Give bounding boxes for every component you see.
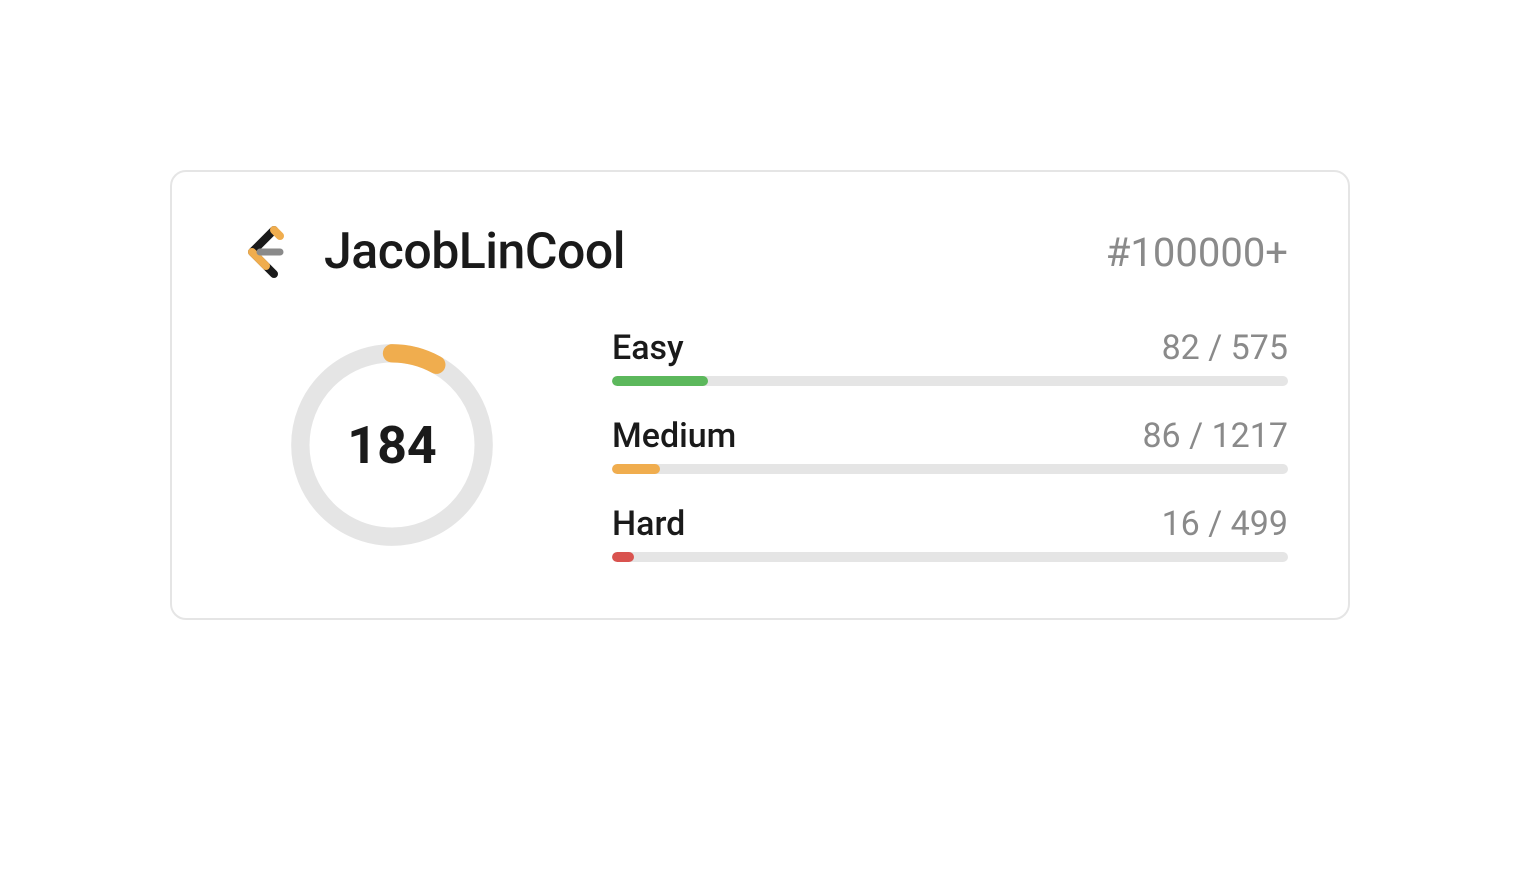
difficulty-bars: Easy 82 / 575 Medium 86 / 1217 Hard 16 / 499 — [612, 328, 1288, 562]
progress-track — [612, 464, 1288, 474]
difficulty-value: 16 / 499 — [1162, 504, 1288, 544]
progress-fill — [612, 464, 660, 474]
difficulty-label: Medium — [612, 416, 736, 456]
progress-fill — [612, 376, 708, 386]
progress-fill — [612, 552, 634, 562]
difficulty-row-medium: Medium 86 / 1217 — [612, 416, 1288, 474]
progress-track — [612, 552, 1288, 562]
card-body: 184 Easy 82 / 575 Medium 86 / 1217 Hard 16 / … — [232, 328, 1288, 562]
difficulty-row-top: Medium 86 / 1217 — [612, 416, 1288, 456]
rank-text: #100000+ — [1106, 229, 1288, 276]
total-solved-value: 184 — [282, 335, 502, 555]
difficulty-label: Easy — [612, 328, 684, 368]
difficulty-label: Hard — [612, 504, 685, 544]
card-header: JacobLinCool #100000+ — [232, 220, 1288, 284]
progress-ring-container: 184 — [232, 335, 552, 555]
difficulty-value: 86 / 1217 — [1142, 416, 1288, 456]
difficulty-row-top: Easy 82 / 575 — [612, 328, 1288, 368]
username: JacobLinCool — [324, 223, 625, 281]
difficulty-row-top: Hard 16 / 499 — [612, 504, 1288, 544]
difficulty-row-easy: Easy 82 / 575 — [612, 328, 1288, 386]
leetcode-icon — [232, 220, 296, 284]
difficulty-row-hard: Hard 16 / 499 — [612, 504, 1288, 562]
progress-track — [612, 376, 1288, 386]
progress-ring: 184 — [282, 335, 502, 555]
difficulty-value: 82 / 575 — [1162, 328, 1288, 368]
stats-card: JacobLinCool #100000+ 184 Easy 82 / 575 Me… — [170, 170, 1350, 620]
